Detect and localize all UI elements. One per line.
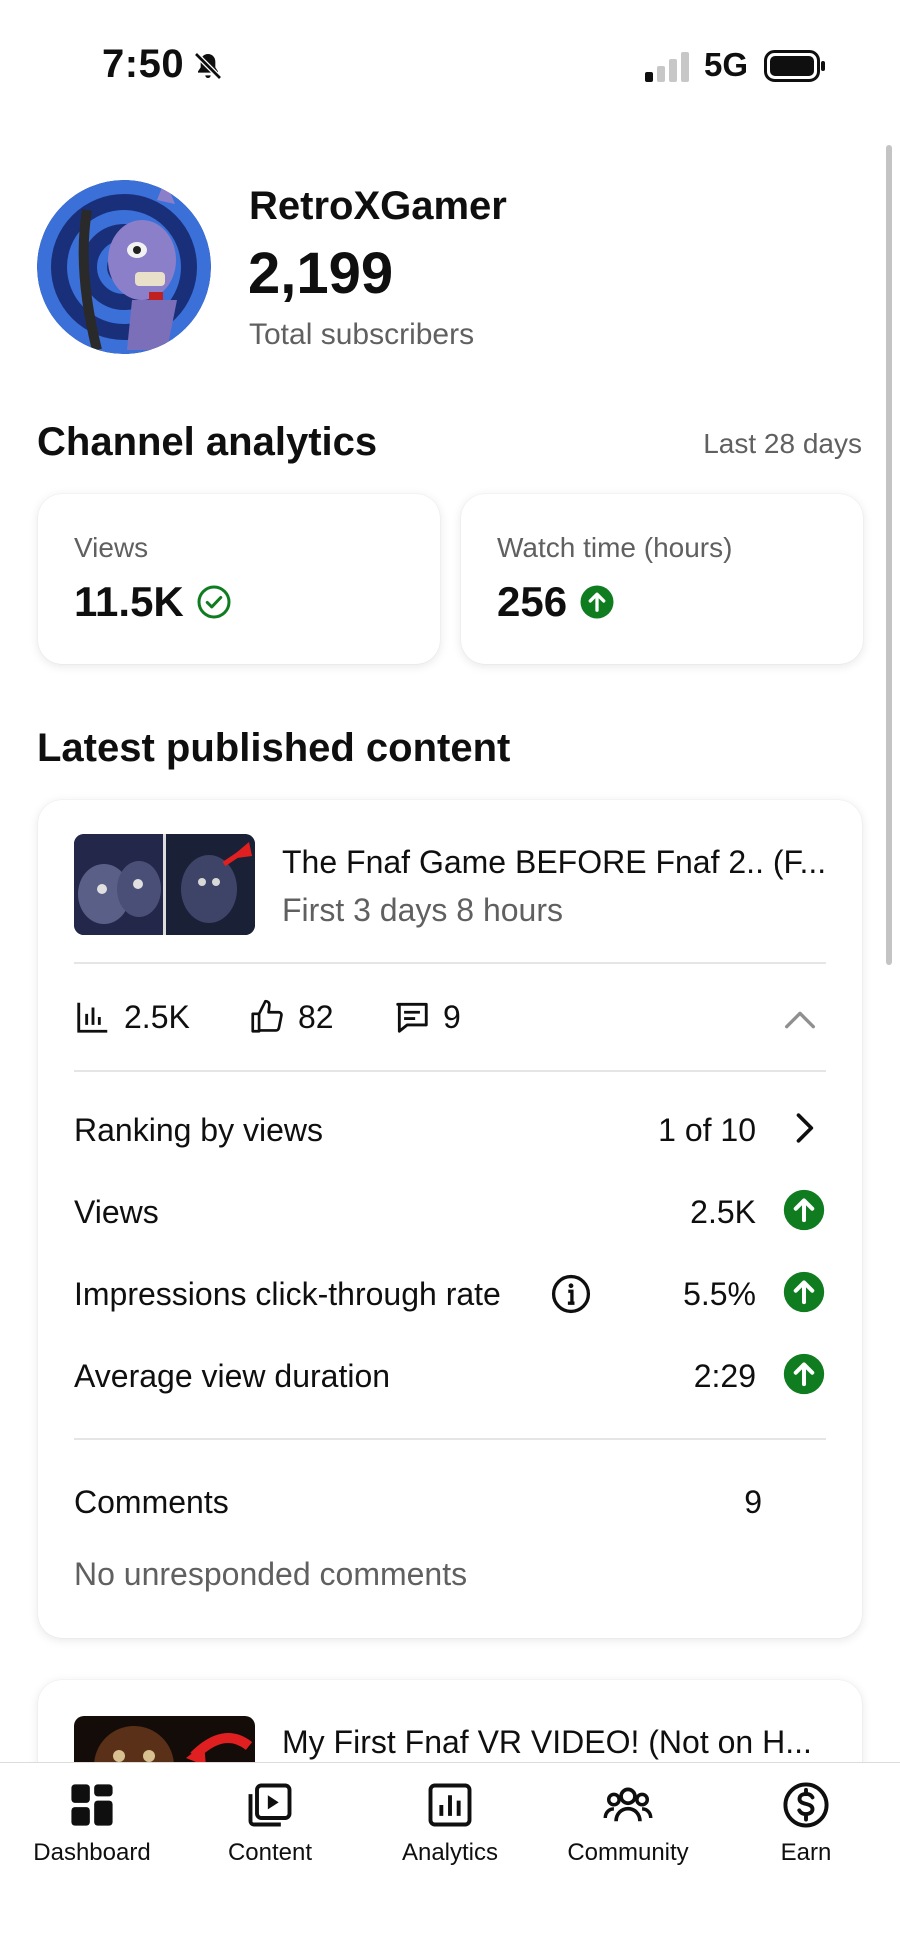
nav-label: Analytics bbox=[401, 1839, 499, 1866]
comments-row[interactable]: Comments 9 bbox=[74, 1478, 826, 1528]
row-label: Views bbox=[74, 1194, 159, 1230]
channel-analytics-title: Channel analytics bbox=[37, 420, 378, 464]
watch-time-card-value: 256 bbox=[497, 578, 568, 625]
latest-content-title: Latest published content bbox=[37, 726, 511, 770]
status-time: 7:50 bbox=[102, 42, 185, 86]
views-card-label: Views bbox=[74, 532, 149, 563]
chevron-up-icon[interactable] bbox=[780, 1000, 820, 1040]
dashboard-icon bbox=[71, 1784, 113, 1826]
latest-video-card: The Fnaf Game BEFORE Fnaf 2.. (F... Firs… bbox=[38, 800, 862, 1638]
views-card-value-wrap: 11.5K bbox=[74, 578, 232, 626]
row-label: Comments bbox=[74, 1484, 229, 1520]
content-icon bbox=[248, 1783, 292, 1827]
row-value: 2.5K bbox=[690, 1194, 756, 1230]
row-value: 9 bbox=[744, 1484, 762, 1520]
nav-earn[interactable]: Earn bbox=[716, 1763, 896, 1893]
arrow-up-circle-icon bbox=[783, 1189, 825, 1231]
nav-dashboard[interactable]: Dashboard bbox=[2, 1763, 182, 1893]
channel-name: RetroXGamer bbox=[249, 184, 507, 228]
watch-time-card[interactable]: Watch time (hours) 256 bbox=[461, 494, 863, 664]
network-label: 5G bbox=[704, 46, 749, 83]
date-range-label: Last 28 days bbox=[703, 428, 862, 459]
ctr-row: Impressions click-through rate 5.5% bbox=[74, 1270, 826, 1320]
avg-duration-row: Average view duration 2:29 bbox=[74, 1352, 826, 1402]
thumbs-up-icon bbox=[251, 999, 283, 1033]
watch-time-card-value-wrap: 256 bbox=[497, 578, 615, 626]
community-icon bbox=[603, 1787, 653, 1822]
nav-analytics[interactable]: Analytics bbox=[360, 1763, 540, 1893]
signal-icon bbox=[645, 52, 689, 82]
status-bar: 7:50 5G bbox=[0, 0, 900, 130]
nav-label: Dashboard bbox=[33, 1839, 151, 1866]
channel-avatar[interactable] bbox=[37, 180, 211, 354]
views-stat-value: 2.5K bbox=[124, 998, 190, 1035]
arrow-up-circle-icon bbox=[580, 585, 614, 619]
video-period: First 3 days 8 hours bbox=[282, 892, 563, 928]
divider bbox=[74, 1070, 826, 1072]
bar-chart-icon bbox=[77, 1002, 108, 1033]
views-row: Views 2.5K bbox=[74, 1188, 826, 1238]
divider bbox=[74, 1438, 826, 1440]
row-value: 5.5% bbox=[683, 1276, 756, 1312]
row-value: 1 of 10 bbox=[658, 1112, 756, 1148]
views-stat: 2.5K bbox=[74, 998, 190, 1036]
subscriber-count: 2,199 bbox=[248, 241, 394, 306]
views-card[interactable]: Views 11.5K bbox=[38, 494, 440, 664]
analytics-icon bbox=[428, 1783, 472, 1827]
studio-dashboard-screen: 7:50 5G RetroXGamer 2,199 Total subscrib… bbox=[0, 0, 900, 1950]
bottom-navigation: Dashboard Content Analytics Community Ea… bbox=[0, 1762, 900, 1950]
nav-label: Earn bbox=[780, 1839, 832, 1866]
no-unresponded-text: No unresponded comments bbox=[74, 1556, 468, 1592]
ranking-row[interactable]: Ranking by views 1 of 10 bbox=[74, 1106, 826, 1156]
nav-label: Community bbox=[567, 1839, 689, 1866]
likes-stat-value: 82 bbox=[298, 998, 334, 1035]
info-icon[interactable] bbox=[549, 1272, 593, 1316]
row-label: Average view duration bbox=[74, 1358, 391, 1394]
nav-label: Content bbox=[227, 1839, 313, 1866]
nav-community[interactable]: Community bbox=[538, 1763, 718, 1893]
battery-icon bbox=[764, 50, 825, 82]
watch-time-card-label: Watch time (hours) bbox=[497, 532, 733, 563]
views-card-value: 11.5K bbox=[74, 578, 184, 625]
video-title[interactable]: My First Fnaf VR VIDEO! (Not on H... bbox=[282, 1724, 842, 1761]
comment-icon bbox=[396, 1002, 428, 1033]
row-label: Ranking by views bbox=[74, 1112, 323, 1148]
row-label: Impressions click-through rate bbox=[74, 1276, 501, 1312]
check-circle-icon bbox=[197, 585, 231, 619]
chevron-right-icon bbox=[796, 1113, 814, 1143]
subscriber-label: Total subscribers bbox=[249, 318, 475, 351]
earn-icon bbox=[783, 1782, 829, 1828]
arrow-up-circle-icon bbox=[783, 1353, 825, 1395]
comments-stat: 9 bbox=[393, 998, 461, 1036]
comments-stat-value: 9 bbox=[443, 998, 461, 1035]
scrollbar[interactable] bbox=[886, 145, 892, 965]
video-thumbnail[interactable] bbox=[74, 834, 255, 935]
arrow-up-circle-icon bbox=[783, 1271, 825, 1313]
nav-content[interactable]: Content bbox=[180, 1763, 360, 1893]
bell-slash-icon bbox=[194, 52, 222, 80]
divider bbox=[74, 962, 826, 964]
row-value: 2:29 bbox=[693, 1358, 756, 1394]
video-title[interactable]: The Fnaf Game BEFORE Fnaf 2.. (F... bbox=[282, 844, 842, 881]
likes-stat: 82 bbox=[248, 998, 334, 1036]
